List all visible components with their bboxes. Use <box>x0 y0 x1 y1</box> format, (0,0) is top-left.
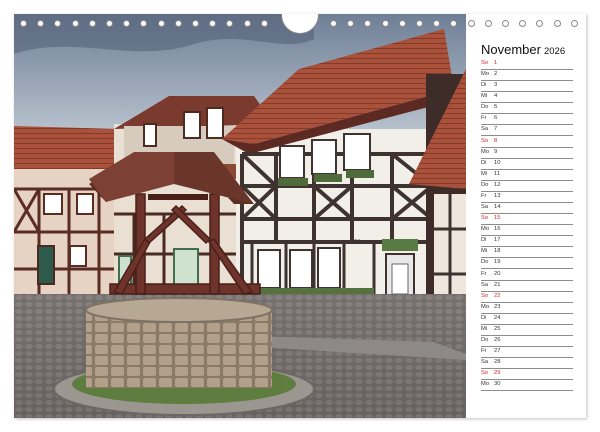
binding-ring <box>467 20 475 27</box>
day-number: 9 <box>494 148 498 155</box>
weekday-label: Di <box>481 159 487 166</box>
day-number: 17 <box>494 237 501 244</box>
day-number: 21 <box>494 281 501 288</box>
weekday-label: Sa <box>481 359 489 366</box>
binding-ring <box>174 20 182 27</box>
weekday-label: Do <box>481 181 489 188</box>
weekday-label: Fr <box>481 348 487 355</box>
weekday-label: Mo <box>481 381 490 388</box>
day-number: 24 <box>494 314 501 321</box>
weekday-label: Mo <box>481 303 490 310</box>
weekday-label: Fr <box>481 192 487 199</box>
day-number: 20 <box>494 270 501 277</box>
day-number: 23 <box>494 303 501 310</box>
binding-ring <box>192 20 199 27</box>
weekday-label: So <box>481 215 489 222</box>
binding-ring <box>364 20 372 27</box>
binding-ring <box>416 20 423 27</box>
binding-ring <box>226 20 234 27</box>
binding-ring <box>106 20 113 27</box>
day-number: 27 <box>494 348 501 355</box>
weekday-label: So <box>481 60 489 66</box>
binding-ring <box>519 20 527 27</box>
binding-ring <box>553 20 561 27</box>
weekday-label: So <box>481 137 489 144</box>
day-number: 28 <box>494 359 501 366</box>
weekday-label: Mo <box>481 148 490 155</box>
binding-ring <box>381 20 389 27</box>
day-number: 26 <box>494 337 501 343</box>
calendar-photo: 50 <box>14 14 466 418</box>
binding-ring <box>243 20 251 27</box>
weekday-label: So <box>481 370 489 377</box>
weekday-label: Mo <box>481 226 490 233</box>
weekday-label: Mo <box>481 71 490 78</box>
binding-ring <box>330 20 337 27</box>
day-number: 18 <box>494 248 501 255</box>
day-number: 8 <box>494 137 498 144</box>
binding-ring <box>140 20 148 27</box>
weekday-label: Sa <box>481 126 489 133</box>
day-number: 12 <box>494 181 501 188</box>
day-number: 7 <box>494 126 498 133</box>
weekday-label: Do <box>481 104 489 111</box>
binding-ring <box>484 20 492 27</box>
binding-ring <box>123 20 131 27</box>
day-number: 13 <box>494 192 501 199</box>
day-row: Mo 30 <box>481 379 573 392</box>
day-number: 29 <box>494 370 501 377</box>
binding-ring <box>260 20 268 27</box>
weekday-label: Do <box>481 259 489 266</box>
binding-ring <box>209 20 217 27</box>
calendar-panel: November 2026 So 1 Mo 2 Di 3 Mi 4 Do 5 Fr 6 Sa 7 So 8 Mo 9… <box>473 38 579 398</box>
weekday-label: Do <box>481 337 489 343</box>
weekday-label: Di <box>481 314 487 321</box>
day-number: 11 <box>494 170 501 177</box>
year: 2026 <box>543 46 566 57</box>
day-number: 16 <box>494 226 501 233</box>
binding-ring <box>450 20 458 27</box>
day-number: 30 <box>494 381 501 388</box>
weekday-label: Mi <box>481 170 488 177</box>
weekday-label: Fr <box>481 115 487 122</box>
binding-ring <box>502 20 509 27</box>
day-number: 10 <box>494 159 501 166</box>
binding-ring <box>433 20 441 27</box>
day-number: 4 <box>494 93 498 100</box>
month-name: November <box>481 42 541 57</box>
weekday-label: Di <box>481 237 487 244</box>
binding-ring <box>88 20 96 27</box>
weekday-label: Mi <box>481 325 488 332</box>
binding-ring <box>54 20 62 27</box>
weekday-label: Mi <box>481 93 488 100</box>
day-number: 22 <box>494 292 501 299</box>
day-number: 14 <box>494 204 501 211</box>
binding-ring <box>37 20 45 27</box>
day-number: 1 <box>494 60 498 66</box>
weekday-label: Sa <box>481 204 489 211</box>
weekday-label: Di <box>481 82 487 89</box>
weekday-label: Sa <box>481 281 489 288</box>
month-header: November 2026 <box>481 41 565 59</box>
day-number: 15 <box>494 215 501 222</box>
binding-ring <box>20 20 27 27</box>
day-number: 6 <box>494 115 498 122</box>
calendar-page: 50 November 2026 So 1 Mo 2 Di 3 Mi 4 Do … <box>0 0 600 432</box>
day-number: 19 <box>494 259 501 266</box>
binding-ring <box>71 20 79 27</box>
binding-ring <box>347 20 355 27</box>
binding-ring <box>536 20 544 27</box>
day-number: 3 <box>494 82 498 89</box>
weekday-label: Mi <box>481 248 488 255</box>
weekday-label: So <box>481 292 489 299</box>
binding-ring <box>157 20 165 27</box>
house-number: 50 <box>354 240 361 246</box>
day-number: 2 <box>494 71 498 78</box>
binding-ring <box>570 20 578 27</box>
binding-ring <box>398 20 406 27</box>
day-number: 25 <box>494 325 501 332</box>
day-number: 5 <box>494 104 498 111</box>
weekday-label: Fr <box>481 270 487 277</box>
